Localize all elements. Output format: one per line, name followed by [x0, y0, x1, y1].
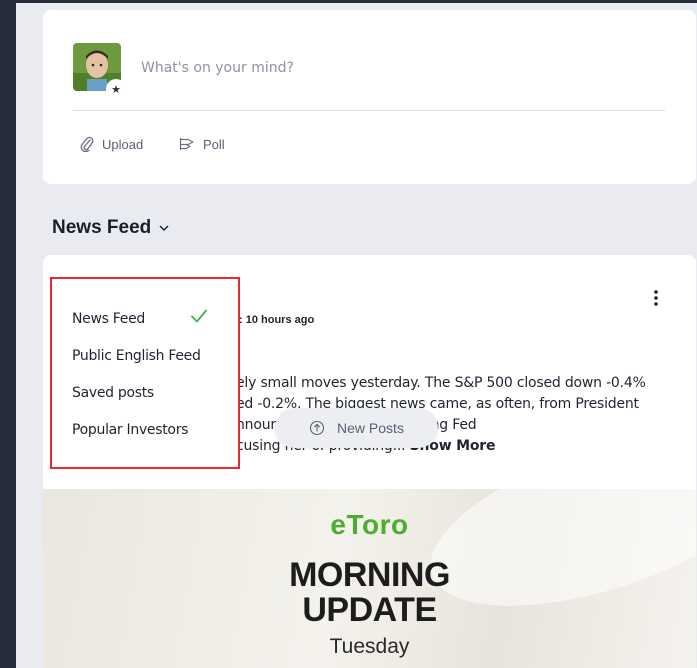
feed-selector[interactable]: News Feed — [52, 214, 169, 242]
upload-button[interactable]: Upload — [80, 134, 143, 154]
etoro-logo: eToro — [330, 509, 409, 540]
star-icon: ★ — [106, 79, 126, 99]
post-image[interactable]: eToro MORNING UPDATE Tuesday — [43, 489, 696, 668]
image-headline-1: MORNING — [289, 556, 450, 594]
composer-divider — [73, 110, 665, 111]
more-options-icon[interactable] — [646, 288, 666, 308]
post-composer: ★ What's on your mind? Upload Poll — [43, 10, 696, 184]
image-day: Tuesday — [329, 635, 410, 658]
menu-item-public-english-feed[interactable]: Public English Feed — [72, 348, 201, 364]
new-posts-button[interactable]: New Posts — [275, 408, 438, 448]
checkmark-icon — [191, 309, 207, 323]
post-line: ely small moves yesterday. The S&P 500 c… — [236, 375, 646, 391]
menu-item-saved-posts[interactable]: Saved posts — [72, 385, 154, 401]
upload-label: Upload — [102, 136, 144, 152]
composer-input[interactable]: What's on your mind? — [141, 60, 294, 76]
new-posts-label: New Posts — [337, 420, 404, 436]
menu-item-news-feed[interactable]: News Feed — [72, 311, 145, 327]
chevron-down-icon — [159, 225, 169, 231]
feed-dropdown-menu: News Feed Public English Feed Saved post… — [50, 277, 240, 469]
image-headline-2: UPDATE — [302, 591, 437, 629]
arrow-up-circle-icon — [309, 420, 325, 436]
poll-icon — [179, 138, 194, 150]
left-sidebar — [0, 0, 16, 668]
feed-title: News Feed — [52, 217, 152, 238]
menu-item-popular-investors[interactable]: Popular Investors — [72, 422, 188, 438]
poll-button[interactable]: Poll — [179, 134, 225, 154]
top-edge — [16, 0, 697, 3]
paperclip-icon — [80, 136, 94, 152]
poll-label: Poll — [203, 136, 225, 152]
post-timestamp: : 10 hours ago — [239, 314, 315, 326]
